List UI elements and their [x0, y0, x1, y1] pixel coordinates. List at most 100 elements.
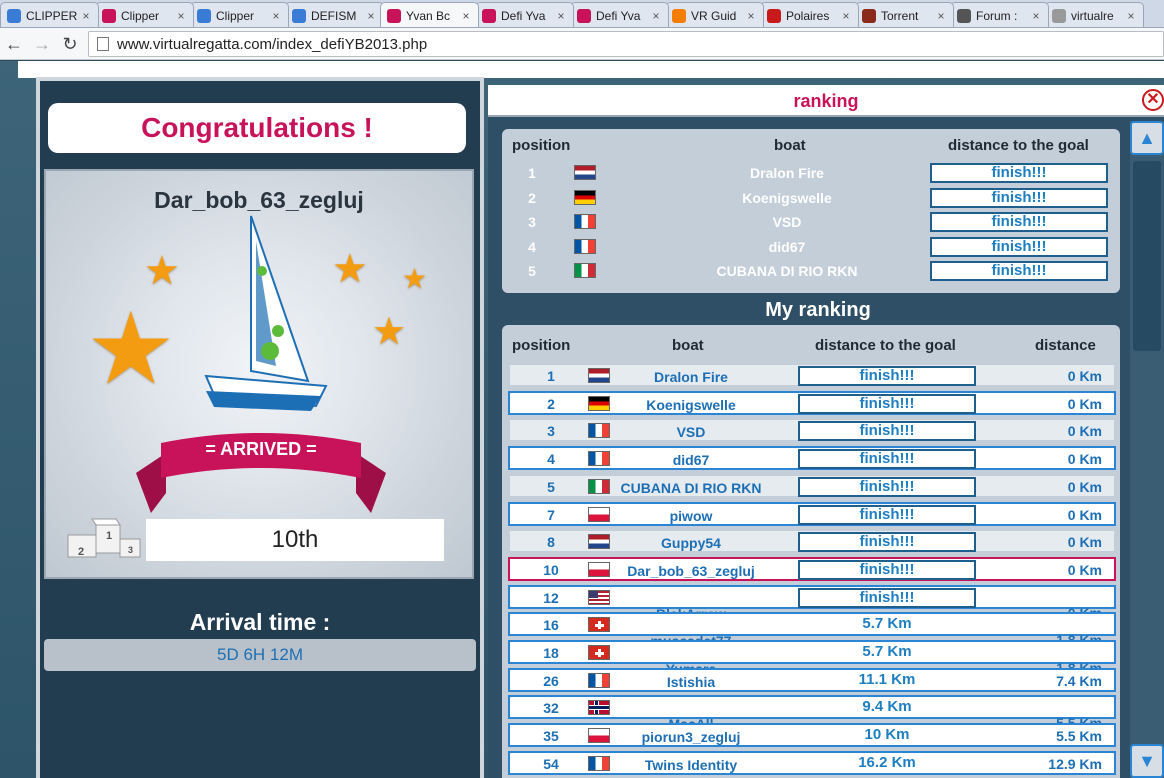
- browser-tab[interactable]: virtualre ×: [1045, 2, 1144, 27]
- browser-tab[interactable]: Yvan Bc ×: [380, 2, 479, 27]
- row-boat[interactable]: VSD: [610, 420, 772, 444]
- flag-icon: [574, 214, 596, 229]
- close-tab-icon[interactable]: ×: [840, 9, 852, 23]
- vr-icon: [577, 8, 591, 23]
- flag-icon: [574, 165, 596, 180]
- ranking-row[interactable]: 2 Koenigswelle finish!!! 0 Km: [508, 390, 1116, 417]
- browser-tab[interactable]: Clipper ×: [190, 2, 289, 27]
- ranking-row[interactable]: 1 Dralon Fire finish!!! 0 Km: [508, 363, 1116, 387]
- top5-row: 5 CUBANA DI RIO RKN finish!!!: [502, 259, 1120, 283]
- row-boat[interactable]: CUBANA DI RIO RKN: [610, 476, 772, 500]
- browser-tab[interactable]: VR Guid ×: [665, 2, 764, 27]
- tab-title: Clipper: [216, 8, 255, 23]
- row-boat[interactable]: piorun3_zegluj: [610, 725, 772, 749]
- row-position: 2: [528, 189, 536, 206]
- ranking-row[interactable]: 54 Twins Identity 16.2 Km 12.9 Km: [508, 750, 1116, 777]
- ranking-row[interactable]: 32MacAll9.4 Km5.5 Km: [508, 695, 1116, 732]
- row-distance-goal: finish!!!: [930, 212, 1108, 232]
- scroll-up-button[interactable]: ▲: [1130, 121, 1164, 155]
- row-position: 5: [547, 478, 555, 495]
- ranking-row[interactable]: 26 Istishia 11.1 Km 7.4 Km: [508, 667, 1116, 694]
- tab-title: VR Guid: [691, 8, 737, 23]
- row-distance: 0 Km: [1067, 478, 1102, 495]
- ranking-row[interactable]: 35 piorun3_zegluj 10 Km 5.5 Km: [508, 723, 1116, 749]
- browser-tab[interactable]: Defi Yva ×: [475, 2, 574, 27]
- header-position: position: [512, 337, 571, 354]
- browser-tab[interactable]: DEFISM ×: [285, 2, 384, 27]
- row-distance-goal: finish!!!: [798, 366, 976, 386]
- flag-icon: [588, 368, 610, 383]
- row-boat[interactable]: Koenigswelle: [610, 393, 772, 417]
- row-boat[interactable]: Dar_bob_63_zegluj: [610, 559, 772, 583]
- row-distance-goal: finish!!!: [930, 261, 1108, 281]
- row-distance-goal: finish!!!: [798, 559, 976, 580]
- close-tab-icon[interactable]: ×: [745, 9, 757, 23]
- ranking-scrollbar[interactable]: ▲ ▼: [1130, 121, 1164, 778]
- feather-icon: [767, 8, 781, 23]
- close-tab-icon[interactable]: ×: [460, 9, 472, 23]
- row-boat[interactable]: Koenigswelle: [662, 186, 912, 210]
- final-rank: 10th: [146, 519, 444, 561]
- close-tab-icon[interactable]: ×: [1030, 9, 1042, 23]
- back-icon[interactable]: ←: [2, 32, 26, 56]
- row-distance-goal: finish!!!: [930, 187, 1108, 208]
- ranking-row[interactable]: 4 did67 finish!!! 0 Km: [508, 446, 1116, 472]
- row-boat[interactable]: CUBANA DI RIO RKN: [662, 259, 912, 283]
- row-distance-goal: 11.1 Km: [858, 670, 916, 688]
- row-boat[interactable]: did67: [662, 235, 912, 259]
- result-card: Dar_bob_63_zegluj ★ ★ ★ ★ ★ = ARRIVED =: [44, 169, 474, 579]
- arrival-time-label: Arrival time :: [189, 609, 331, 635]
- address-bar[interactable]: www.virtualregatta.com/index_defiYB2013.…: [88, 31, 1164, 57]
- flag-icon: [588, 395, 610, 411]
- close-tab-icon[interactable]: ×: [80, 9, 92, 23]
- close-tab-icon[interactable]: ×: [935, 9, 947, 23]
- my-boat-row[interactable]: 10 Dar_bob_63_zegluj finish!!! 0 Km: [508, 556, 1116, 583]
- close-tab-icon[interactable]: ×: [1125, 9, 1137, 23]
- row-distance-goal: finish!!!: [930, 236, 1108, 257]
- ranking-row[interactable]: 18Yumara5.7 Km1.8 Km: [508, 640, 1116, 677]
- row-boat[interactable]: Dralon Fire: [610, 365, 772, 389]
- close-tab-icon[interactable]: ×: [270, 9, 282, 23]
- row-boat[interactable]: VSD: [662, 210, 912, 234]
- browser-tab[interactable]: Defi Yva ×: [570, 2, 669, 27]
- ranking-row[interactable]: 5 CUBANA DI RIO RKN finish!!! 0 Km: [508, 473, 1116, 500]
- tab-title: DEFISM: [311, 8, 357, 23]
- browser-tab[interactable]: Clipper ×: [95, 2, 194, 27]
- ranking-row[interactable]: 12BlakArrowfinish!!!0 Km: [508, 584, 1116, 622]
- flag-icon: [588, 589, 610, 605]
- row-distance-goal: finish!!!: [798, 587, 976, 608]
- tab-title: Defi Yva: [501, 8, 546, 23]
- browser-tab[interactable]: CLIPPER ×: [0, 2, 99, 27]
- flag-icon: [588, 534, 610, 550]
- row-position: 10: [543, 561, 559, 578]
- result-panel: Congratulations ! Dar_bob_63_zegluj ★ ★ …: [36, 77, 484, 778]
- forward-icon[interactable]: →: [30, 32, 54, 56]
- close-tab-icon[interactable]: ×: [555, 9, 567, 23]
- row-distance-goal: finish!!!: [930, 163, 1108, 183]
- arrival-time-value: 5D 6H 12M: [44, 639, 476, 671]
- close-tab-icon[interactable]: ×: [365, 9, 377, 23]
- ranking-row[interactable]: 8 Guppy54 finish!!! 0 Km: [508, 529, 1116, 555]
- tab-title: Polaires: [786, 8, 830, 23]
- browser-tab[interactable]: Torrent ×: [855, 2, 954, 27]
- row-boat[interactable]: Guppy54: [610, 531, 772, 555]
- ranking-row[interactable]: 16muscadet775.7 Km1.8 Km: [508, 612, 1116, 649]
- row-boat[interactable]: piwow: [610, 504, 772, 528]
- browser-tab[interactable]: Polaires ×: [760, 2, 859, 27]
- row-boat[interactable]: did67: [610, 448, 772, 472]
- close-tab-icon[interactable]: ×: [175, 9, 187, 23]
- row-boat[interactable]: Istishia: [610, 670, 772, 694]
- star-icon: ★: [144, 249, 180, 293]
- browser-tab[interactable]: Forum : ×: [950, 2, 1049, 27]
- ranking-row[interactable]: 7 piwow finish!!! 0 Km: [508, 501, 1116, 528]
- scroll-down-button[interactable]: ▼: [1130, 744, 1164, 778]
- scroll-thumb[interactable]: [1133, 161, 1161, 351]
- row-boat[interactable]: Dralon Fire: [662, 161, 912, 185]
- reload-icon[interactable]: ↻: [58, 32, 82, 56]
- close-tab-icon[interactable]: ×: [650, 9, 662, 23]
- close-icon[interactable]: ✕: [1142, 89, 1164, 111]
- ranking-row[interactable]: 3 VSD finish!!! 0 Km: [508, 418, 1116, 444]
- row-boat[interactable]: Twins Identity: [610, 753, 772, 777]
- vr-icon: [482, 8, 496, 23]
- flag-icon: [574, 263, 596, 278]
